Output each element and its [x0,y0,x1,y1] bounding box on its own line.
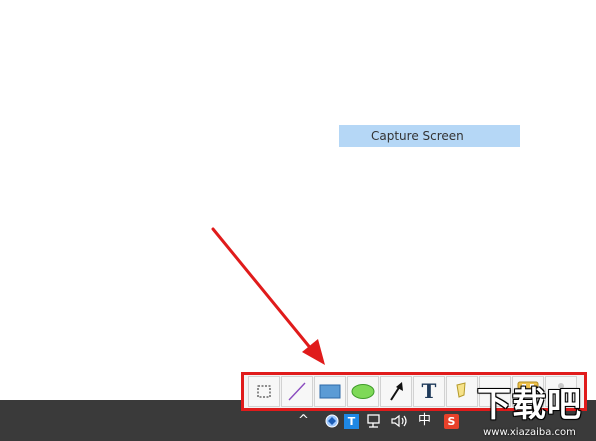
ellipse-tool[interactable] [347,376,379,407]
line-icon [288,382,306,401]
dashed-rect-icon [257,385,271,398]
volume-icon[interactable] [390,413,410,435]
watermark-url: www.xiazaiba.com [483,427,576,438]
t-app-icon[interactable]: T [344,414,359,429]
watermark: 下载吧 www.xiazaiba.com [463,383,596,441]
text-icon: T [421,379,437,403]
sogou-icon[interactable]: S [444,414,459,429]
text-tool[interactable]: T [413,376,445,407]
network-icon[interactable] [366,413,384,435]
tray-expand-icon[interactable]: ^ [298,412,309,430]
line-tool[interactable] [281,376,313,407]
ellipse-icon [351,384,375,399]
arrow-icon [390,382,403,401]
tray-app-icon[interactable] [324,413,340,435]
ime-indicator[interactable]: 中 [418,412,431,430]
rectangle-icon [319,384,341,399]
select-region-tool[interactable] [248,376,280,407]
rectangle-tool[interactable] [314,376,346,407]
watermark-brand: 下载吧 [477,385,582,425]
arrow-tool[interactable] [380,376,412,407]
